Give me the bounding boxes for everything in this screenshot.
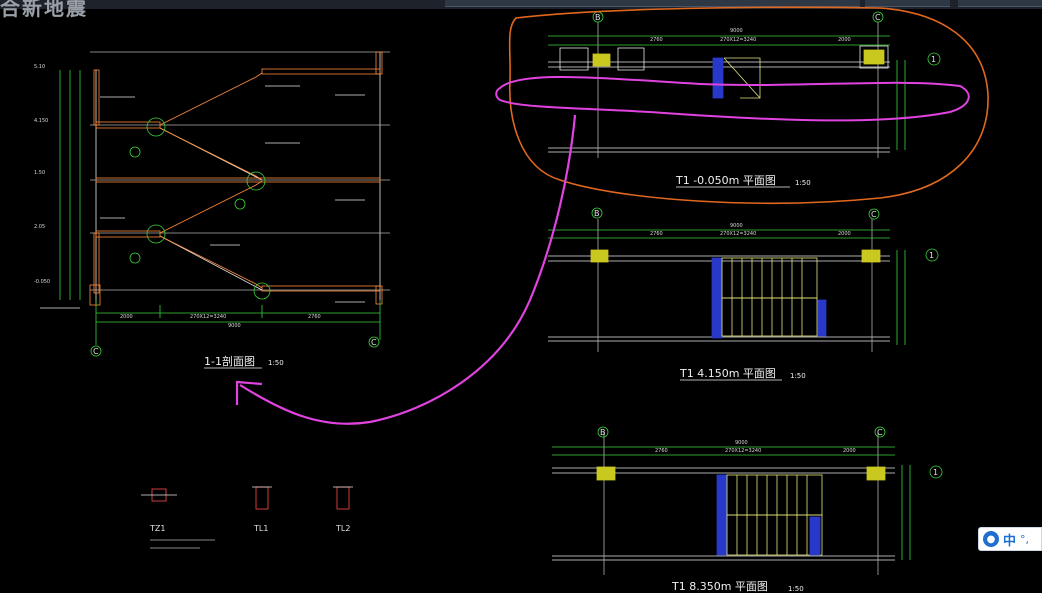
plan-3-axis-1: 1 <box>933 468 938 477</box>
section-dim-left: 2000 <box>120 314 133 320</box>
section-level: 5.10 <box>34 64 45 70</box>
plan-2-axis-1: 1 <box>929 251 934 260</box>
plan-1-axis-1: 1 <box>931 55 936 64</box>
plan-1-dim: 270X12=3240 <box>720 37 756 43</box>
section-level: 2.05 <box>34 224 45 230</box>
plan-3-dim: 2000 <box>843 448 856 454</box>
detail-label-tz1: TZ1 <box>149 524 165 533</box>
plan-2-dim-total: 9000 <box>730 223 743 229</box>
plan-2-dim: 270X12=3240 <box>720 231 756 237</box>
plan-3-title: T1 8.350m 平面图 <box>671 580 768 593</box>
plan-2-title: T1 4.150m 平面图 <box>679 367 776 380</box>
plan-3-axis-c: C <box>877 428 883 437</box>
plan-1-dim: 2760 <box>650 37 663 43</box>
plan-1-axis-c: C <box>875 13 881 22</box>
plan-3-axis-b: B <box>600 428 606 437</box>
plan-2-scale: 1:50 <box>790 372 806 380</box>
plan-1-axis-b: B <box>595 13 601 22</box>
plan-3-scale: 1:50 <box>788 585 804 593</box>
ime-language-bar[interactable]: ● 中 °, <box>978 527 1042 551</box>
pink-arrow <box>239 114 577 425</box>
section-drawing <box>40 51 390 345</box>
detail-label-tl1: TL1 <box>253 524 268 533</box>
section-dim-mid: 270X12=3240 <box>190 314 226 320</box>
pink-highlight-loop <box>495 75 970 122</box>
section-dim-total: 9000 <box>228 323 241 329</box>
plan-3-dim: 2760 <box>655 448 668 454</box>
section-axis-markers <box>90 336 380 357</box>
plan-1-dim-total: 9000 <box>730 28 743 34</box>
plan-1-title: T1 -0.050m 平面图 <box>675 174 776 187</box>
plan-2-drawing <box>548 219 906 352</box>
cad-drawing-canvas[interactable]: C C 2000 270X12=3240 2760 9000 5.10 4.15… <box>0 0 1042 593</box>
detail-drawings <box>141 486 353 549</box>
plan-2-dim: 2760 <box>650 231 663 237</box>
ime-language-label[interactable]: 中 <box>1003 530 1016 549</box>
plan-1-dim: 2000 <box>838 37 851 43</box>
ime-punctuation-icon[interactable]: °, <box>1020 533 1029 546</box>
section-scale: 1:50 <box>268 359 284 367</box>
detail-label-tl2: TL2 <box>335 524 350 533</box>
plan-2-dim: 2000 <box>838 231 851 237</box>
plan-2-axis-c: C <box>871 210 877 219</box>
section-level: 4.150 <box>34 118 48 124</box>
plan-3-axis-markers <box>597 426 943 479</box>
user-icon[interactable]: ● <box>983 531 999 547</box>
section-axis-right: C <box>371 338 377 347</box>
plan-3-dim-total: 9000 <box>735 440 748 446</box>
section-level: -0.050 <box>34 279 50 285</box>
section-dim-right: 2760 <box>308 314 321 320</box>
plan-2-axis-b: B <box>594 209 600 218</box>
section-title: 1-1剖面图 <box>204 354 255 368</box>
section-axis-left: C <box>93 347 99 356</box>
section-level: 1.50 <box>34 170 45 176</box>
plan-2-axis-markers <box>591 207 939 262</box>
plan-3-dim: 270X12=3240 <box>725 448 761 454</box>
plan-1-scale: 1:50 <box>795 179 811 187</box>
